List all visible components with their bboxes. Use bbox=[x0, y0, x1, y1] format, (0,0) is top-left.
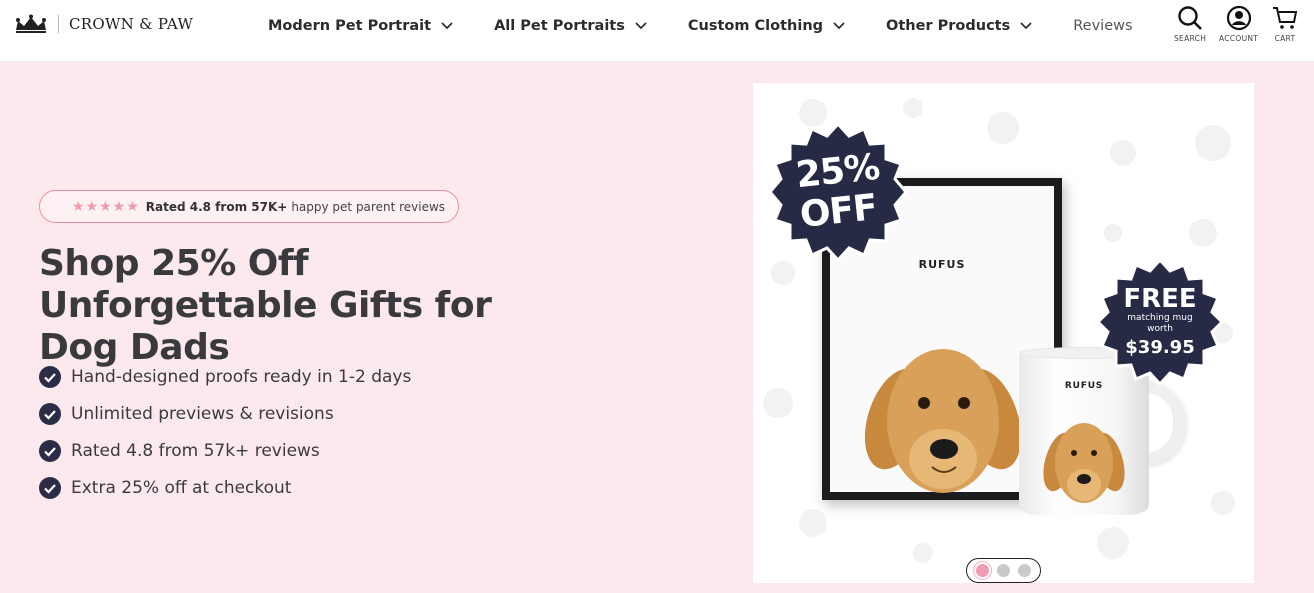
cart-label: CART bbox=[1274, 34, 1296, 43]
golden-retriever-mug-print bbox=[1043, 423, 1125, 503]
feature-item: Unlimited previews & revisions bbox=[39, 395, 411, 432]
nav-item-reviews[interactable]: Reviews bbox=[1073, 18, 1132, 34]
cart-icon bbox=[1273, 7, 1298, 29]
nav-item-label: Modern Pet Portrait bbox=[268, 18, 432, 34]
nav-item-custom-clothing[interactable]: Custom Clothing bbox=[688, 18, 845, 34]
nav-item-label: All Pet Portraits bbox=[494, 18, 625, 34]
main-nav: Modern Pet Portrait All Pet Portraits Cu… bbox=[268, 0, 1133, 52]
rating-caption: happy pet parent reviews bbox=[291, 199, 446, 214]
free-mug-badge: FREE matching mug worth $39.95 bbox=[1095, 257, 1225, 387]
cart-button[interactable]: CART bbox=[1272, 5, 1298, 43]
nav-item-all-pet-portraits[interactable]: All Pet Portraits bbox=[494, 18, 647, 34]
carousel-dots bbox=[966, 558, 1041, 583]
search-button[interactable]: SEARCH bbox=[1174, 5, 1206, 43]
nav-item-label: Other Products bbox=[886, 18, 1011, 34]
site-header: CROWN & PAW Modern Pet Portrait All Pet … bbox=[0, 0, 1314, 62]
check-circle-icon bbox=[39, 365, 61, 388]
golden-retriever-portrait bbox=[864, 349, 1022, 493]
free-caption-worth: worth bbox=[1147, 324, 1173, 334]
feature-text: Extra 25% off at checkout bbox=[71, 477, 292, 498]
check-circle-icon bbox=[39, 402, 61, 425]
brand-logo[interactable]: CROWN & PAW bbox=[14, 14, 193, 34]
nav-item-label: Reviews bbox=[1073, 18, 1133, 34]
feature-text: Rated 4.8 from 57k+ reviews bbox=[71, 440, 320, 461]
account-button[interactable]: ACCOUNT bbox=[1219, 5, 1258, 43]
discount-badge: 25% OFF bbox=[767, 121, 909, 263]
carousel-dot-3[interactable] bbox=[1018, 564, 1031, 577]
brand-name: CROWN & PAW bbox=[69, 15, 194, 33]
chevron-down-icon bbox=[833, 22, 845, 30]
hero-headline: Shop 25% Off Unforgettable Gifts for Dog… bbox=[39, 243, 492, 368]
chevron-down-icon bbox=[635, 22, 647, 30]
free-label: FREE bbox=[1123, 284, 1197, 314]
check-circle-icon bbox=[39, 476, 61, 499]
rating-badge: ★★★★★ Rated 4.8 from 57K+ happy pet pare… bbox=[39, 190, 459, 223]
chevron-down-icon bbox=[441, 22, 453, 30]
feature-text: Hand-designed proofs ready in 1-2 days bbox=[71, 366, 412, 387]
rating-stars: ★★★★★ bbox=[72, 198, 140, 215]
nav-item-label: Custom Clothing bbox=[687, 18, 824, 34]
carousel-dot-2[interactable] bbox=[997, 564, 1010, 577]
feature-item: Hand-designed proofs ready in 1-2 days bbox=[39, 358, 411, 395]
free-mug-badge-text: FREE matching mug worth $39.95 bbox=[1095, 257, 1225, 387]
account-icon bbox=[1226, 5, 1251, 31]
search-icon bbox=[1178, 6, 1202, 30]
feature-item: Rated 4.8 from 57k+ reviews bbox=[39, 432, 411, 469]
search-label: SEARCH bbox=[1174, 34, 1207, 43]
feature-list: Hand-designed proofs ready in 1-2 days U… bbox=[39, 358, 411, 506]
product-hero-image[interactable]: RUFUS RUFUS 25% OFF FREE matching mug wo… bbox=[753, 83, 1254, 583]
chevron-down-icon bbox=[1020, 22, 1032, 30]
carousel-dot-1[interactable] bbox=[976, 564, 989, 577]
nav-item-other-products[interactable]: Other Products bbox=[886, 18, 1032, 34]
feature-text: Unlimited previews & revisions bbox=[71, 403, 334, 424]
rating-score: Rated 4.8 from 57K+ bbox=[145, 199, 288, 214]
logo-divider bbox=[58, 15, 59, 33]
nav-item-modern-pet-portrait[interactable]: Modern Pet Portrait bbox=[268, 18, 453, 34]
feature-item: Extra 25% off at checkout bbox=[39, 469, 411, 506]
crown-icon bbox=[16, 14, 46, 33]
check-circle-icon bbox=[39, 439, 61, 462]
discount-badge-text: 25% OFF bbox=[767, 121, 909, 263]
discount-off: OFF bbox=[797, 187, 879, 236]
account-label: ACCOUNT bbox=[1219, 34, 1259, 43]
free-caption: matching mug bbox=[1127, 313, 1193, 323]
free-price: $39.95 bbox=[1125, 337, 1195, 358]
